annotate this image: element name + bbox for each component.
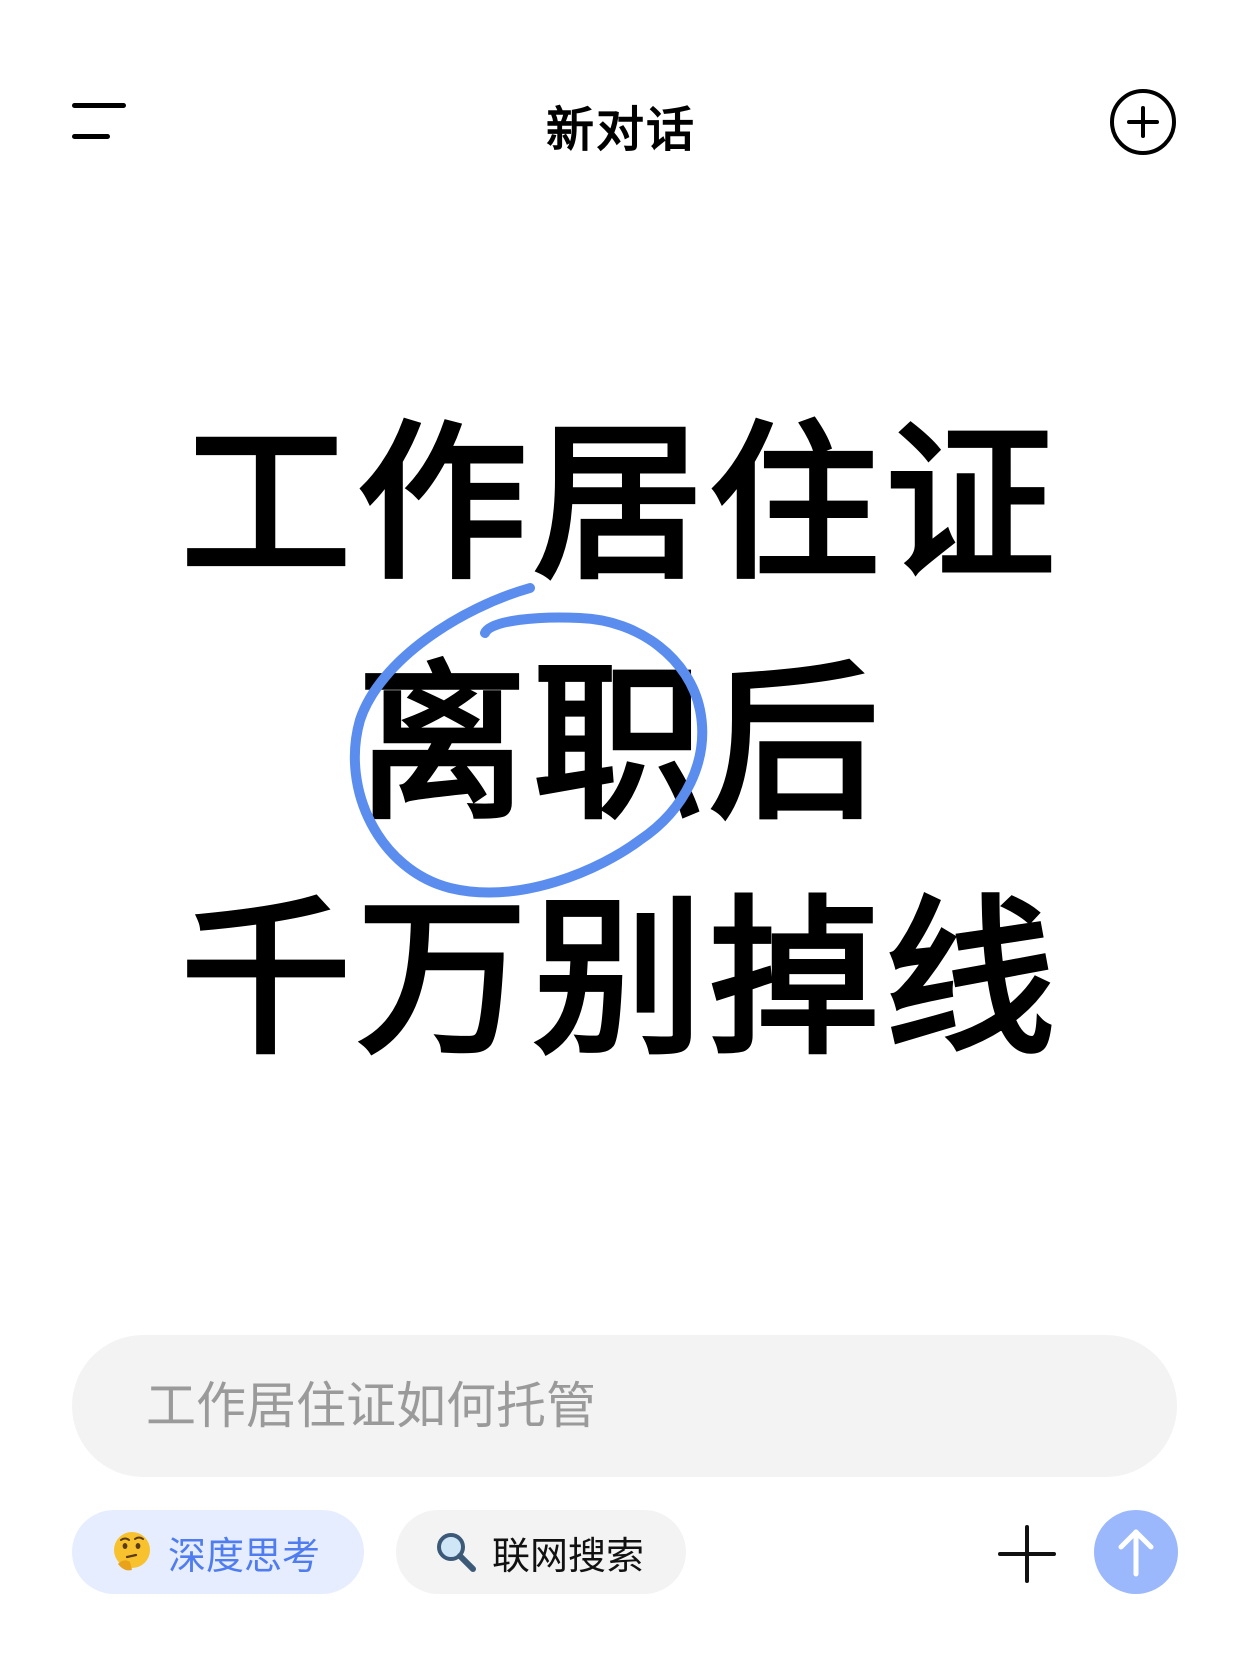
- thinking-face-icon: [114, 1532, 150, 1571]
- new-chat-button[interactable]: [1109, 88, 1177, 156]
- chat-input[interactable]: [144, 1376, 1105, 1436]
- page-title: 新对话: [545, 102, 696, 158]
- magnifier-icon: [437, 1533, 476, 1572]
- send-button[interactable]: [1094, 1510, 1178, 1594]
- web-search-button[interactable]: 联网搜索: [396, 1510, 686, 1594]
- arrow-up-icon: [1118, 1529, 1154, 1577]
- headline-line-2: 离职后: [356, 646, 885, 844]
- deep-think-button[interactable]: 深度思考: [72, 1510, 364, 1594]
- attach-button[interactable]: [998, 1525, 1056, 1583]
- headline-line-3: 千万别掉线: [180, 881, 1061, 1079]
- web-search-label: 联网搜索: [492, 1533, 645, 1578]
- headline-line-1: 工作居住证: [180, 406, 1061, 604]
- plus-icon: [998, 1525, 1056, 1583]
- plus-circle-icon: [1110, 89, 1176, 155]
- deep-think-label: 深度思考: [168, 1533, 321, 1578]
- chat-input-container[interactable]: [72, 1335, 1177, 1477]
